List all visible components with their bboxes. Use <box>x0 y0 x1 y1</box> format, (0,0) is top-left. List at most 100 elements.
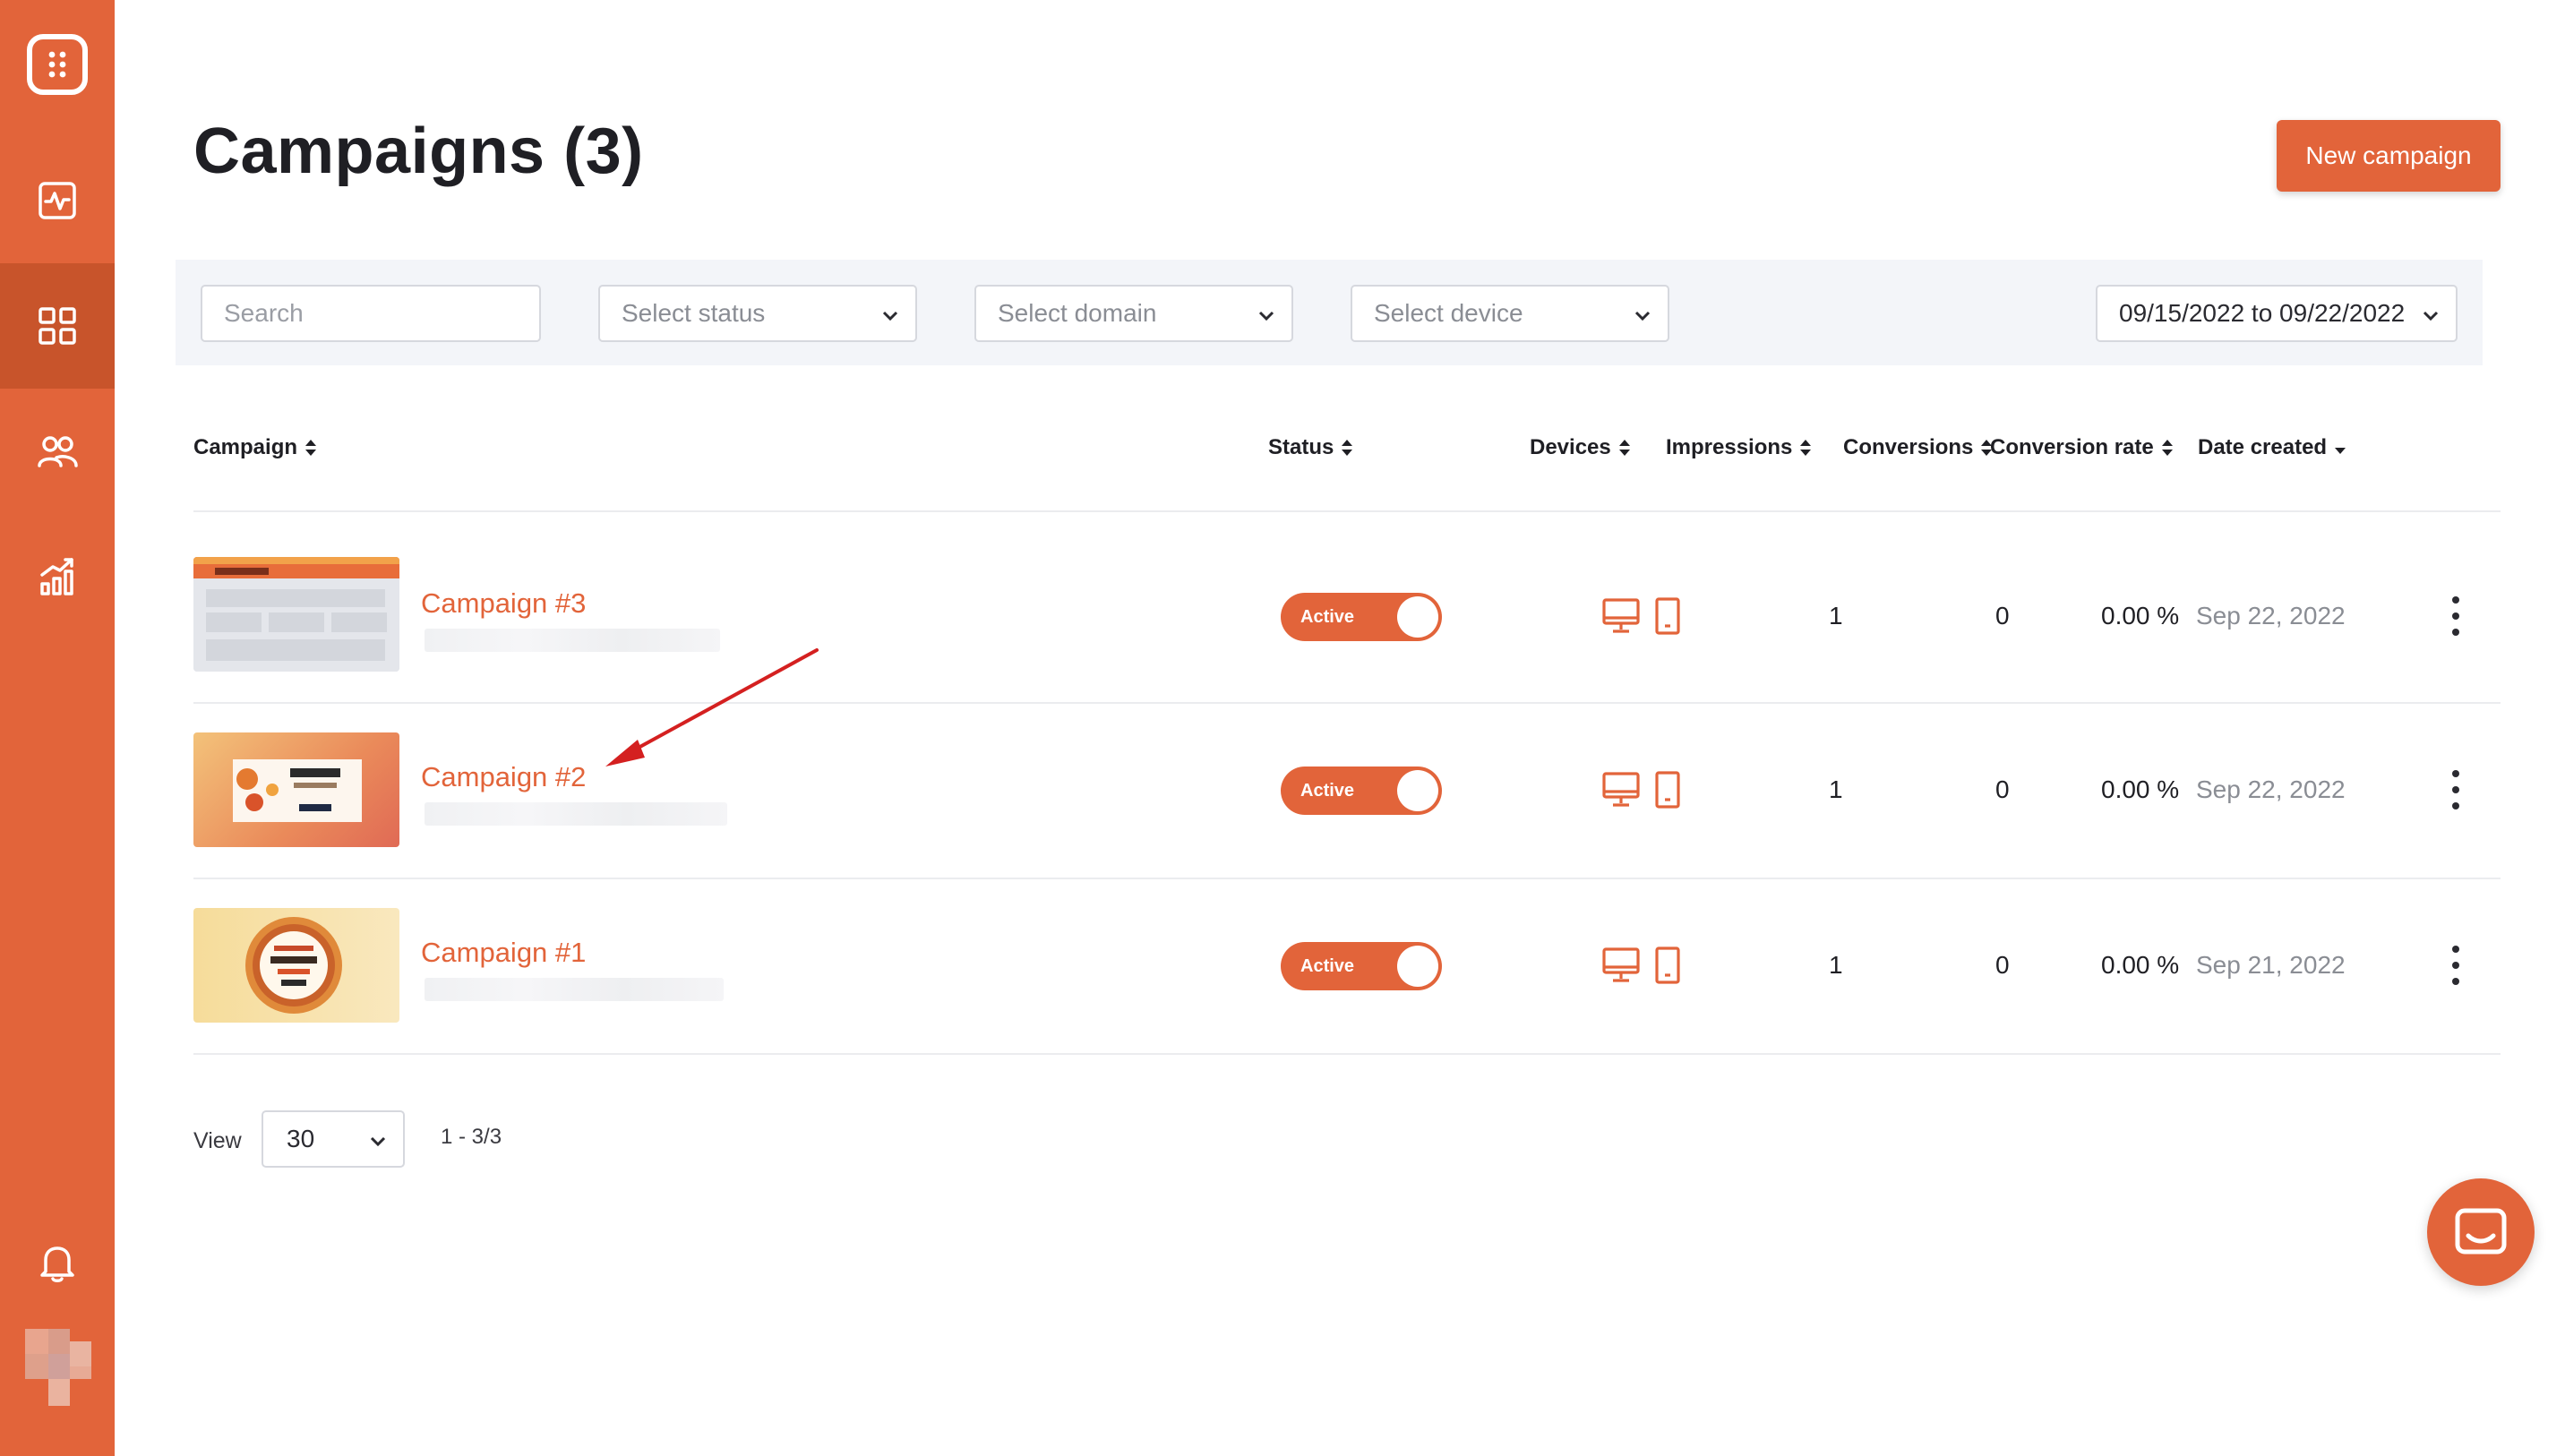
campaign-thumbnail[interactable] <box>193 557 399 672</box>
more-options-icon[interactable] <box>2445 946 2466 985</box>
chart-icon <box>40 558 73 595</box>
divider <box>193 878 2501 879</box>
conversion-rate-value: 0.00 % <box>2101 602 2180 630</box>
column-label: Campaign <box>193 435 298 459</box>
column-header-devices[interactable]: Devices <box>1530 435 1631 460</box>
campaign-thumbnail[interactable] <box>193 908 399 1023</box>
status-toggle[interactable]: Active <box>1281 942 1442 990</box>
mobile-icon <box>1655 771 1680 809</box>
chat-icon <box>2455 1208 2507 1255</box>
conversion-rate-value: 0.00 % <box>2101 775 2180 803</box>
column-header-conversion-rate[interactable]: Conversion rate <box>1990 435 2174 460</box>
campaign-name-link[interactable]: Campaign #1 <box>421 937 586 969</box>
conversion-rate-value: 0.00 % <box>2101 951 2180 979</box>
status-toggle-label: Active <box>1300 956 1355 976</box>
per-page-value: 30 <box>287 1125 315 1152</box>
date-created-value: Sep 22, 2022 <box>2196 602 2346 630</box>
sort-icon <box>1342 440 1353 456</box>
bell-icon <box>40 1246 74 1282</box>
impressions-value: 1 <box>1829 602 1843 630</box>
status-toggle-label: Active <box>1300 781 1355 801</box>
desktop-icon <box>1602 598 1640 633</box>
domain-select[interactable]: Select domain <box>974 285 1293 342</box>
sort-desc-icon <box>2335 448 2346 454</box>
chevron-down-icon <box>1634 311 1651 321</box>
per-page-select[interactable]: 30 <box>262 1110 405 1168</box>
search-field[interactable] <box>201 285 541 342</box>
sidebar-item-campaigns[interactable] <box>0 263 115 389</box>
date-created-value: Sep 21, 2022 <box>2196 951 2346 979</box>
impressions-value: 1 <box>1829 775 1843 803</box>
date-created-value: Sep 22, 2022 <box>2196 775 2346 803</box>
pagination-range: 1 - 3/3 <box>441 1125 502 1149</box>
date-range-value: 09/15/2022 to 09/22/2022 <box>2119 299 2406 327</box>
sidebar-item-notifications[interactable] <box>0 1200 115 1325</box>
divider <box>193 510 2501 512</box>
campaign-thumbnail[interactable] <box>193 732 399 847</box>
sidebar <box>0 0 115 1456</box>
chevron-down-icon <box>370 1136 386 1147</box>
chat-launcher-button[interactable] <box>2427 1178 2535 1286</box>
device-select[interactable]: Select device <box>1351 285 1669 342</box>
annotation-arrow <box>605 648 819 767</box>
column-header-conversions[interactable]: Conversions <box>1843 435 1993 460</box>
new-campaign-button[interactable]: New campaign <box>2277 120 2501 192</box>
column-label: Impressions <box>1666 435 1793 459</box>
status-toggle[interactable]: Active <box>1281 593 1442 641</box>
campaign-url-redacted <box>425 629 720 652</box>
campaign-url-redacted <box>425 978 724 1001</box>
divider <box>193 1053 2501 1055</box>
status-select[interactable]: Select status <box>598 285 917 342</box>
toggle-knob <box>1397 946 1438 987</box>
activity-icon <box>39 182 76 219</box>
status-toggle-label: Active <box>1300 607 1355 627</box>
sidebar-item-dashboard[interactable] <box>0 138 115 263</box>
column-header-status[interactable]: Status <box>1268 435 1353 460</box>
column-label: Devices <box>1530 435 1611 459</box>
sort-icon <box>2161 440 2173 456</box>
campaign-name-link[interactable]: Campaign #2 <box>421 761 586 793</box>
sidebar-item-analytics[interactable] <box>0 514 115 639</box>
more-options-icon[interactable] <box>2445 596 2466 636</box>
impressions-value: 1 <box>1829 951 1843 979</box>
toggle-knob <box>1397 770 1438 811</box>
conversions-value: 0 <box>1995 775 2010 803</box>
mobile-icon <box>1655 946 1680 984</box>
page-title: Campaigns (3) <box>193 116 644 187</box>
column-label: Date created <box>2198 435 2328 459</box>
chevron-down-icon <box>2423 311 2439 321</box>
device-select-placeholder: Select device <box>1374 299 1523 327</box>
chevron-down-icon <box>1258 311 1274 321</box>
grid-icon <box>39 307 76 345</box>
filter-bar: Select status Select domain Select devic… <box>176 260 2483 365</box>
sort-icon <box>1618 440 1630 456</box>
date-range-select[interactable]: 09/15/2022 to 09/22/2022 <box>2096 285 2458 342</box>
chevron-down-icon <box>882 311 898 321</box>
users-icon <box>38 436 78 467</box>
campaign-url-redacted <box>425 802 727 826</box>
column-header-impressions[interactable]: Impressions <box>1666 435 1812 460</box>
status-toggle[interactable]: Active <box>1281 767 1442 815</box>
conversions-value: 0 <box>1995 951 2010 979</box>
campaign-name-link[interactable]: Campaign #3 <box>421 587 586 620</box>
column-header-date-created[interactable]: Date created <box>2198 435 2346 460</box>
conversions-value: 0 <box>1995 602 2010 630</box>
column-label: Status <box>1268 435 1334 459</box>
mobile-icon <box>1655 597 1680 635</box>
column-label: Conversion rate <box>1990 435 2154 459</box>
sidebar-item-audience[interactable] <box>0 389 115 514</box>
desktop-icon <box>1602 947 1640 982</box>
app-logo-icon[interactable] <box>27 34 88 95</box>
sort-icon <box>1800 440 1812 456</box>
status-select-placeholder: Select status <box>622 299 766 327</box>
divider <box>193 702 2501 704</box>
toggle-knob <box>1397 596 1438 638</box>
search-input[interactable] <box>224 299 539 328</box>
desktop-icon <box>1602 772 1640 807</box>
column-header-campaign[interactable]: Campaign <box>193 435 317 460</box>
avatar[interactable] <box>25 1329 91 1406</box>
domain-select-placeholder: Select domain <box>998 299 1157 327</box>
sort-icon <box>305 440 317 456</box>
view-label: View <box>193 1128 242 1153</box>
more-options-icon[interactable] <box>2445 770 2466 809</box>
